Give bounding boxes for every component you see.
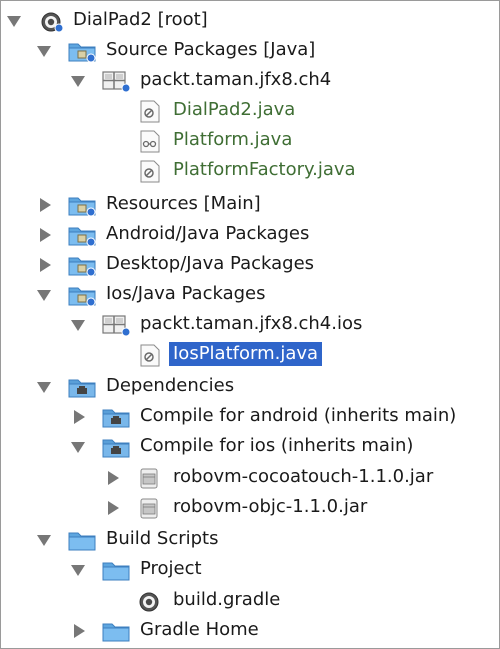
gradle-project-icon <box>37 9 67 33</box>
expand-toggle[interactable] <box>71 563 85 577</box>
package-icon <box>101 69 131 93</box>
jar-icon <box>135 496 165 520</box>
tree-node-jar[interactable]: robovm-objc-1.1.0.jar <box>1 492 499 522</box>
tree-node-dependencies[interactable]: Dependencies <box>1 371 499 401</box>
tree-node-label: Project <box>140 558 202 579</box>
expand-toggle[interactable] <box>71 624 85 638</box>
gradle-file-icon <box>135 589 165 613</box>
tree-node-package[interactable]: packt.taman.jfx8.ch4 <box>1 65 499 95</box>
expand-toggle[interactable] <box>71 318 85 332</box>
resources-folder-icon <box>67 193 97 217</box>
expand-toggle[interactable] <box>37 44 51 58</box>
source-folder-icon <box>67 253 97 277</box>
expand-toggle[interactable] <box>105 471 119 485</box>
tree-node-label: Compile for ios (inherits main) <box>140 435 414 456</box>
folder-icon <box>101 619 131 643</box>
java-interface-icon <box>135 129 165 153</box>
tree-node-label: Source Packages [Java] <box>106 39 316 60</box>
expand-toggle[interactable] <box>7 14 21 28</box>
package-icon <box>101 313 131 337</box>
library-folder-icon <box>101 405 131 429</box>
tree-node-project[interactable]: Project <box>1 554 499 584</box>
tree-node-label: Android/Java Packages <box>106 223 310 244</box>
tree-node-label: Compile for android (inherits main) <box>140 405 457 426</box>
source-folder-icon <box>67 39 97 63</box>
folder-icon <box>67 528 97 552</box>
tree-node-package[interactable]: packt.taman.jfx8.ch4.ios <box>1 309 499 339</box>
file-label: PlatformFactory.java <box>173 159 356 180</box>
expand-toggle[interactable] <box>37 198 51 212</box>
tree-node-android-packages[interactable]: Android/Java Packages <box>1 219 499 249</box>
tree-node-label: build.gradle <box>173 589 281 610</box>
tree-node-label: DialPad2 [root] <box>73 9 208 30</box>
tree-node-build-scripts[interactable]: Build Scripts <box>1 524 499 554</box>
library-folder-icon <box>101 435 131 459</box>
project-tree: DialPad2 [root] Source Packages [Java] p… <box>0 0 500 649</box>
java-class-icon <box>135 159 165 183</box>
file-label: DialPad2.java <box>173 99 296 120</box>
source-folder-icon <box>67 283 97 307</box>
jar-icon <box>135 466 165 490</box>
tree-node-file-selected[interactable]: IosPlatform.java <box>1 339 499 369</box>
tree-node-build-gradle[interactable]: build.gradle <box>1 585 499 615</box>
tree-node-label: packt.taman.jfx8.ch4 <box>140 69 332 90</box>
tree-node-file[interactable]: DialPad2.java <box>1 95 499 125</box>
expand-toggle[interactable] <box>37 533 51 547</box>
tree-node-label: Build Scripts <box>106 528 219 549</box>
tree-node-label: Ios/Java Packages <box>106 283 266 304</box>
java-class-icon <box>135 99 165 123</box>
java-class-icon <box>135 343 165 367</box>
tree-node-root[interactable]: DialPad2 [root] <box>1 5 499 35</box>
expand-toggle[interactable] <box>71 74 85 88</box>
tree-node-file[interactable]: PlatformFactory.java <box>1 155 499 185</box>
file-label: IosPlatform.java <box>169 342 323 366</box>
expand-toggle[interactable] <box>37 258 51 272</box>
tree-node-desktop-packages[interactable]: Desktop/Java Packages <box>1 249 499 279</box>
tree-node-gradle-home[interactable]: Gradle Home <box>1 615 499 645</box>
library-folder-icon <box>67 375 97 399</box>
expand-toggle[interactable] <box>37 228 51 242</box>
tree-node-compile-android[interactable]: Compile for android (inherits main) <box>1 401 499 431</box>
tree-node-ios-packages[interactable]: Ios/Java Packages <box>1 279 499 309</box>
tree-node-label: Desktop/Java Packages <box>106 253 315 274</box>
tree-node-source-packages[interactable]: Source Packages [Java] <box>1 35 499 65</box>
tree-node-label: packt.taman.jfx8.ch4.ios <box>140 313 363 334</box>
tree-node-label: Resources [Main] <box>106 193 261 214</box>
tree-node-file[interactable]: Platform.java <box>1 125 499 155</box>
tree-node-label: Gradle Home <box>140 619 259 640</box>
tree-node-jar[interactable]: robovm-cocoatouch-1.1.0.jar <box>1 462 499 492</box>
folder-icon <box>101 558 131 582</box>
expand-toggle[interactable] <box>37 288 51 302</box>
file-label: Platform.java <box>173 129 293 150</box>
expand-toggle[interactable] <box>37 380 51 394</box>
tree-node-compile-ios[interactable]: Compile for ios (inherits main) <box>1 431 499 461</box>
tree-node-label: robovm-objc-1.1.0.jar <box>173 496 368 517</box>
tree-node-label: robovm-cocoatouch-1.1.0.jar <box>173 466 434 487</box>
expand-toggle[interactable] <box>71 440 85 454</box>
tree-node-resources[interactable]: Resources [Main] <box>1 189 499 219</box>
expand-toggle[interactable] <box>105 501 119 515</box>
tree-node-label: Dependencies <box>106 375 235 396</box>
source-folder-icon <box>67 223 97 247</box>
expand-toggle[interactable] <box>71 410 85 424</box>
